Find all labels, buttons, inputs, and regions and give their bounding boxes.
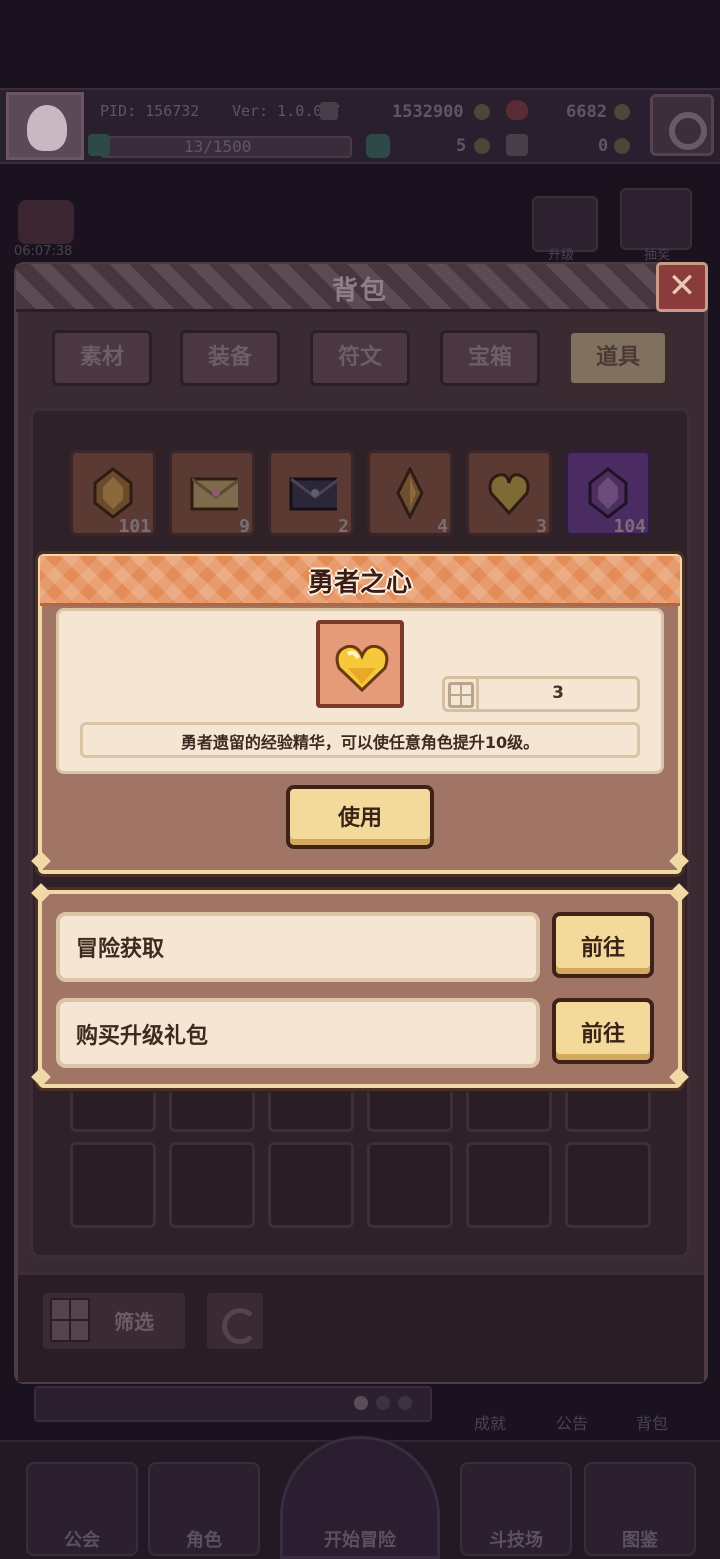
add-hearts-icon[interactable] — [614, 104, 630, 120]
refresh-icon[interactable] — [204, 1290, 266, 1352]
inventory-slot[interactable]: 9 — [169, 450, 255, 537]
nav-codex-label: 图鉴 — [622, 1530, 658, 1551]
empty-slot — [169, 1092, 255, 1132]
key-amount: 0 — [598, 136, 609, 156]
item-count: 104 — [613, 516, 646, 537]
page-dot — [376, 1396, 390, 1410]
filter-label: 筛选 — [114, 1310, 154, 1334]
goto-upgrade-pack-label: 前往 — [580, 1022, 625, 1047]
goto-adventure-label: 前往 — [580, 936, 625, 961]
close-icon[interactable]: ✕ — [656, 262, 708, 312]
gift-box-icon[interactable] — [18, 200, 74, 244]
empty-slot — [70, 1142, 156, 1228]
use-button-label: 使用 — [337, 806, 382, 831]
empty-slot — [268, 1092, 354, 1132]
heart-currency-icon — [506, 100, 528, 120]
lottery-balloon-icon[interactable] — [620, 188, 692, 250]
source-upgrade-pack-label: 购买升级礼包 — [76, 1024, 209, 1049]
inventory-slot[interactable]: 104 — [565, 450, 651, 537]
empty-slot — [565, 1142, 651, 1228]
nav-guild-label: 公会 — [64, 1530, 100, 1551]
empty-slot — [268, 1142, 354, 1228]
backpack-title: 背包 — [331, 276, 388, 306]
inventory-slot[interactable]: 4 — [367, 450, 453, 537]
gold-heart-icon — [335, 644, 389, 693]
item-icon-frame — [316, 620, 404, 708]
tab-items[interactable]: 道具 — [568, 330, 668, 386]
lottery-event-label: 抽奖 — [644, 248, 671, 263]
achievement-label: 成就 — [474, 1414, 507, 1433]
settings-gear-icon[interactable] — [650, 94, 714, 156]
empty-slot — [565, 1092, 651, 1132]
key-icon — [506, 134, 528, 156]
copy-icon[interactable] — [320, 102, 338, 120]
player-id: PID: 156732 — [100, 102, 200, 120]
amber-gem-icon — [93, 467, 133, 519]
item-count: 4 — [437, 516, 448, 537]
letter-envelope-icon — [190, 477, 238, 511]
quantity-divider — [476, 678, 479, 710]
scroll-banner — [34, 1386, 432, 1422]
empty-slot — [367, 1092, 453, 1132]
nav-start-adventure-label: 开始冒险 — [324, 1530, 396, 1551]
exp-text: 13/1500 — [184, 137, 252, 156]
grid-icon — [50, 1298, 90, 1342]
gold-coin-icon — [474, 104, 490, 120]
exp-icon — [88, 134, 110, 156]
item-count: 9 — [239, 516, 250, 537]
upgrade-event-label: 升级 — [548, 248, 575, 263]
clover-icon — [366, 134, 390, 158]
empty-slot — [70, 1092, 156, 1132]
empty-slot — [169, 1142, 255, 1228]
inventory-slot[interactable]: 101 — [70, 450, 156, 537]
clover-amount: 5 — [456, 136, 467, 156]
dark-envelope-icon — [289, 477, 337, 511]
gold-amount: 1532900 — [392, 102, 464, 122]
item-name: 勇者之心 — [307, 568, 412, 598]
quantity-icon — [448, 682, 474, 708]
player-avatar[interactable] — [6, 92, 84, 160]
gold-heart-icon — [488, 473, 530, 516]
empty-slot — [466, 1092, 552, 1132]
nav-arena-label: 斗技场 — [489, 1530, 543, 1551]
item-count: 3 — [536, 516, 547, 537]
empty-slot — [466, 1142, 552, 1228]
source-adventure-label: 冒险获取 — [76, 937, 165, 962]
tab-chests[interactable]: 宝箱 — [440, 330, 540, 386]
inventory-slot[interactable]: 3 — [466, 450, 552, 537]
item-count: 101 — [118, 516, 151, 537]
clover-coin-icon — [474, 138, 490, 154]
inventory-slot[interactable]: 2 — [268, 450, 354, 537]
crystal-shard-icon — [396, 467, 424, 519]
notice-label: 公告 — [556, 1414, 589, 1433]
page-dot — [398, 1396, 412, 1410]
item-description: 勇者遗留的经验精华，可以使任意角色提升10级。 — [180, 733, 540, 752]
heart-amount: 6682 — [566, 102, 607, 122]
page-dot — [354, 1396, 368, 1410]
tab-materials[interactable]: 素材 — [52, 330, 152, 386]
tab-runes[interactable]: 符文 — [310, 330, 410, 386]
backpack-label: 背包 — [636, 1414, 669, 1433]
item-quantity: 3 — [552, 683, 564, 703]
purple-gem-icon — [588, 467, 628, 519]
key-coin-icon — [614, 138, 630, 154]
tab-equipment[interactable]: 装备 — [180, 330, 280, 386]
empty-slot — [367, 1142, 453, 1228]
item-count: 2 — [338, 516, 349, 537]
nav-characters-label: 角色 — [186, 1530, 222, 1551]
event-timer: 06:07:38 — [14, 244, 73, 259]
